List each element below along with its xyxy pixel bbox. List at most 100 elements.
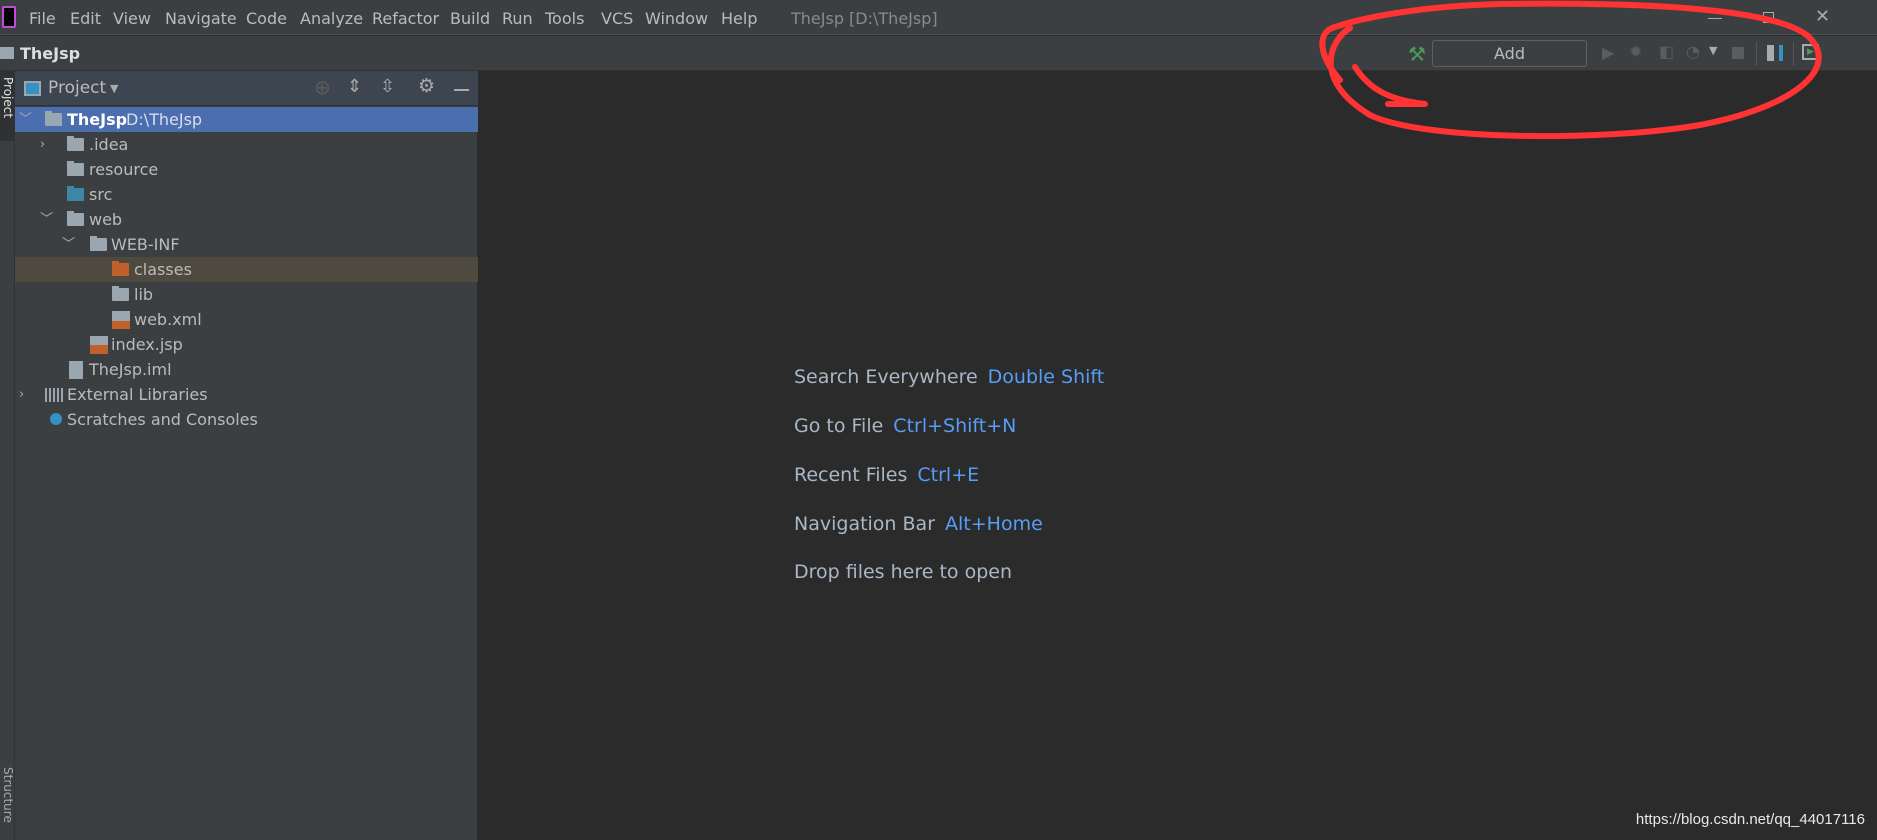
jsp-file-icon: [90, 336, 108, 354]
tree-label: WEB-INF: [111, 235, 180, 254]
tree-row-external-libraries[interactable]: › External Libraries: [15, 382, 478, 407]
chevron-down-icon[interactable]: ﹀: [40, 207, 53, 232]
source-folder-icon: [67, 186, 84, 201]
project-folder-icon: [0, 47, 14, 59]
tree-row-idea[interactable]: › .idea: [15, 132, 478, 157]
tree-label: .idea: [89, 135, 129, 154]
menu-code[interactable]: Code: [246, 9, 287, 28]
project-tab-label: Project: [1, 77, 15, 119]
tree-row-lib[interactable]: lib: [15, 282, 478, 307]
tree-row-web-inf[interactable]: ﹀ WEB-INF: [15, 232, 478, 257]
folder-icon: [90, 236, 107, 251]
editor-empty-area[interactable]: [479, 72, 1877, 840]
tree-label: resource: [89, 160, 159, 179]
toolbar-separator: [1756, 42, 1757, 66]
tree-label: classes: [134, 260, 192, 279]
tree-row-web[interactable]: ﹀ web: [15, 207, 478, 232]
profiler-icon[interactable]: ◔: [1686, 42, 1700, 61]
tree-label: lib: [134, 285, 154, 304]
toolbar-separator: [1793, 42, 1794, 66]
minimize-button[interactable]: [1708, 18, 1722, 19]
menu-run[interactable]: Run: [502, 9, 533, 28]
chevron-down-icon[interactable]: ▼: [1709, 44, 1717, 57]
tree-row-index-jsp[interactable]: index.jsp: [15, 332, 478, 357]
project-view-icon: [24, 81, 41, 96]
hint-recent-files: Recent Files Ctrl+E: [794, 464, 980, 486]
tree-label: Scratches and Consoles: [67, 410, 258, 429]
folder-icon: [67, 136, 84, 151]
module-folder-icon: [45, 111, 62, 126]
watermark: https://blog.csdn.net/qq_44017116: [1635, 811, 1865, 828]
tool-window-strip: Project Structure: [0, 71, 15, 840]
project-structure-icon[interactable]: [1767, 45, 1783, 61]
tree-label: web.xml: [134, 310, 202, 329]
breadcrumb-project[interactable]: TheJsp: [20, 44, 80, 63]
menu-refactor[interactable]: Refactor: [372, 9, 439, 28]
hint-navigation-bar: Navigation Bar Alt+Home: [794, 513, 1043, 535]
hint-drop-files: Drop files here to open: [794, 561, 1013, 583]
menu-navigate[interactable]: Navigate: [165, 9, 237, 28]
structure-tab-label: Structure: [1, 767, 15, 823]
coverage-icon[interactable]: ◧: [1659, 42, 1674, 61]
project-panel: Project ▼ ⊕ ⇕ ⇳ ⚙ ﹀ TheJsp D:\TheJsp › .…: [15, 71, 478, 840]
tree-row-web-xml[interactable]: web.xml: [15, 307, 478, 332]
excluded-folder-icon: [112, 261, 129, 276]
tree-label: TheJsp: [67, 110, 128, 129]
hint-search-everywhere: Search Everywhere Double Shift: [794, 366, 1105, 388]
scratches-icon: [50, 413, 62, 425]
iml-file-icon: [69, 361, 83, 379]
chevron-down-icon[interactable]: ▼: [110, 82, 118, 95]
tree-row-thejsp[interactable]: ﹀ TheJsp D:\TheJsp: [15, 107, 478, 132]
add-configuration-button[interactable]: Add Configuration...: [1432, 40, 1587, 88]
panel-title[interactable]: Project: [48, 78, 106, 98]
menu-window[interactable]: Window: [645, 9, 708, 28]
tree-label: TheJsp.iml: [89, 360, 172, 379]
stop-icon[interactable]: [1732, 47, 1744, 59]
folder-icon: [67, 161, 84, 176]
locate-icon[interactable]: ⊕: [314, 75, 331, 99]
library-icon: [45, 388, 63, 402]
structure-tool-tab[interactable]: Structure: [0, 761, 15, 840]
menu-file[interactable]: File: [29, 9, 56, 28]
intellij-logo-icon: [2, 6, 16, 28]
tree-row-resource[interactable]: resource: [15, 157, 478, 182]
menu-analyze[interactable]: Analyze: [300, 9, 363, 28]
debug-icon[interactable]: ✹: [1629, 42, 1642, 61]
build-hammer-icon[interactable]: ⚒: [1408, 42, 1426, 66]
navigation-toolbar: TheJsp ⚒ Add Configuration... ▶ ✹ ◧ ◔ ▼ …: [0, 36, 1877, 88]
expand-all-icon[interactable]: ⇕: [347, 76, 362, 97]
close-button[interactable]: ✕: [1815, 6, 1830, 27]
gear-icon[interactable]: ⚙: [418, 75, 435, 97]
menu-vcs[interactable]: VCS: [601, 9, 633, 28]
tree-row-classes[interactable]: classes: [15, 257, 478, 282]
tree-label: src: [89, 185, 113, 204]
menu-edit[interactable]: Edit: [70, 9, 101, 28]
tree-row-scratches[interactable]: Scratches and Consoles: [15, 407, 478, 432]
chevron-down-icon[interactable]: ﹀: [19, 107, 32, 132]
tree-label: index.jsp: [111, 335, 183, 354]
web-folder-icon: [67, 211, 84, 226]
window-title: TheJsp [D:\TheJsp]: [791, 9, 938, 28]
project-panel-header: Project ▼ ⊕ ⇕ ⇳ ⚙: [15, 71, 478, 106]
chevron-right-icon[interactable]: ›: [40, 132, 45, 157]
menu-help[interactable]: Help: [721, 9, 757, 28]
menu-tools[interactable]: Tools: [545, 9, 584, 28]
tree-row-src[interactable]: src: [15, 182, 478, 207]
terminal-icon[interactable]: ▶: [1802, 44, 1819, 60]
restore-button[interactable]: [1763, 12, 1774, 23]
tree-path: D:\TheJsp: [126, 110, 203, 129]
run-icon[interactable]: ▶: [1602, 43, 1614, 62]
chevron-down-icon[interactable]: ﹀: [62, 232, 75, 257]
tree-label: web: [89, 210, 123, 229]
menu-build[interactable]: Build: [450, 9, 490, 28]
folder-icon: [112, 286, 129, 301]
xml-file-icon: [112, 311, 130, 329]
menu-view[interactable]: View: [113, 9, 151, 28]
menu-bar: File Edit View Navigate Code Analyze Ref…: [0, 0, 1877, 35]
chevron-right-icon[interactable]: ›: [19, 382, 24, 407]
project-tool-tab[interactable]: Project: [0, 71, 15, 141]
hide-panel-icon[interactable]: [454, 89, 469, 91]
collapse-all-icon[interactable]: ⇳: [380, 76, 395, 97]
hint-go-to-file: Go to File Ctrl+Shift+N: [794, 415, 1017, 437]
tree-row-thejsp-iml[interactable]: TheJsp.iml: [15, 357, 478, 382]
